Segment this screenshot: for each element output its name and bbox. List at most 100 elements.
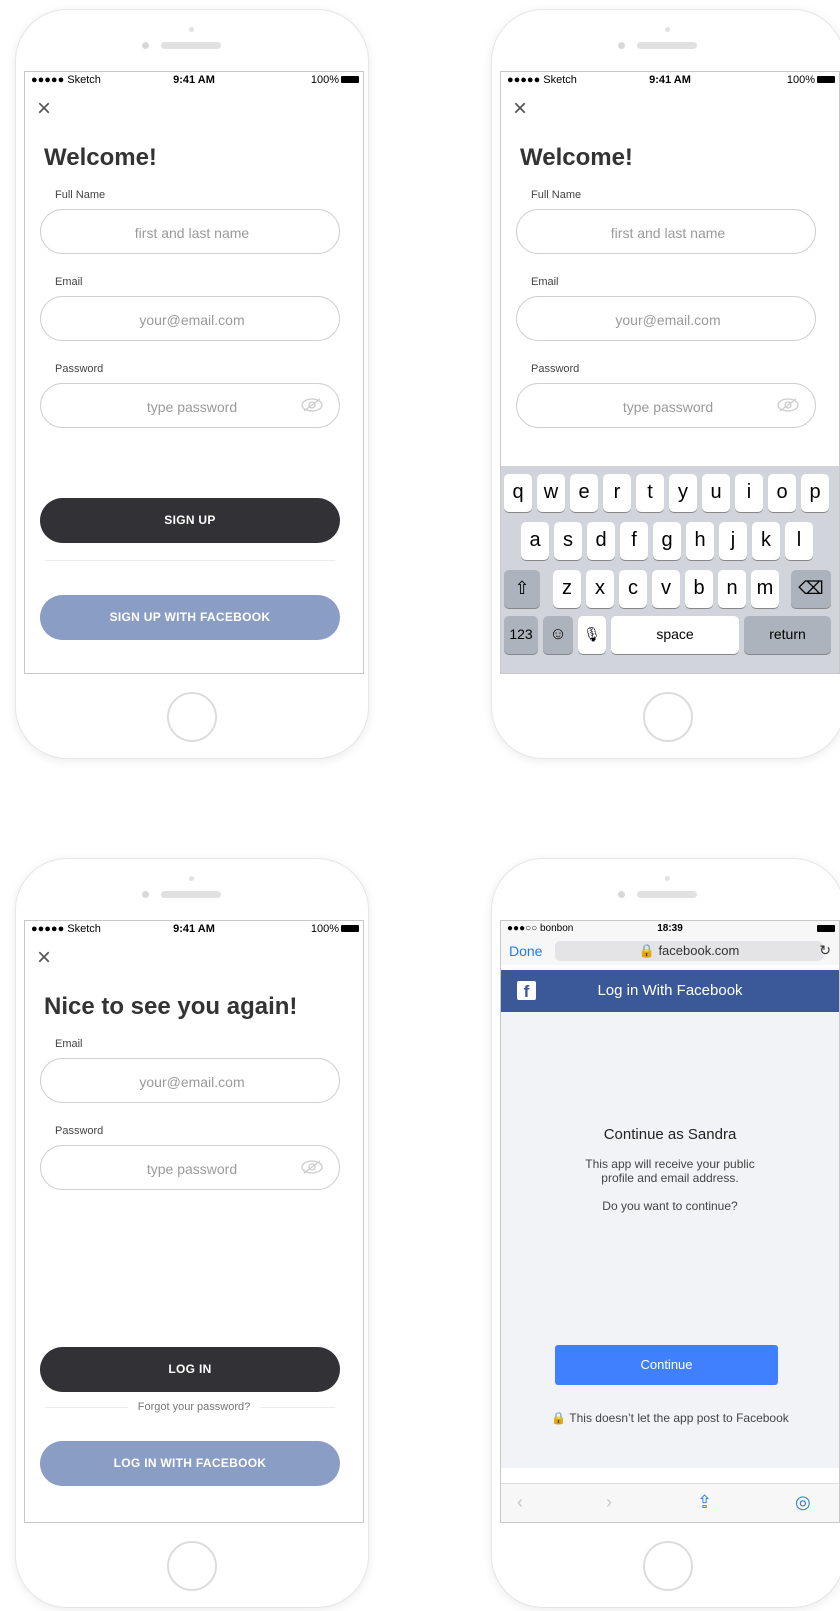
- return-key[interactable]: return: [744, 616, 831, 654]
- key[interactable]: i: [735, 474, 763, 512]
- forward-icon[interactable]: ›: [606, 1492, 612, 1513]
- full-name-field[interactable]: [516, 209, 819, 255]
- key[interactable]: q: [504, 474, 532, 512]
- key[interactable]: m: [751, 570, 779, 608]
- close-icon[interactable]: ×: [33, 97, 55, 121]
- email-label: Email: [55, 276, 83, 288]
- close-icon[interactable]: ×: [509, 97, 531, 121]
- key[interactable]: k: [752, 522, 780, 560]
- home-button[interactable]: [167, 1541, 217, 1591]
- status-bar: ●●●●● Sketch 9:41 AM 100%: [25, 921, 363, 937]
- key[interactable]: o: [768, 474, 796, 512]
- key[interactable]: n: [718, 570, 746, 608]
- home-button[interactable]: [167, 692, 217, 742]
- key[interactable]: g: [653, 522, 681, 560]
- home-button[interactable]: [643, 692, 693, 742]
- space-key[interactable]: space: [611, 616, 739, 654]
- eye-hidden-icon[interactable]: [301, 398, 323, 412]
- status-bar: ●●●○○ bonbon 18:39: [501, 921, 839, 937]
- key[interactable]: c: [619, 570, 647, 608]
- battery-percent: 100%: [786, 74, 815, 86]
- speaker: [161, 42, 221, 49]
- lock-icon: 🔒: [638, 943, 655, 958]
- key[interactable]: x: [586, 570, 614, 608]
- full-name-input[interactable]: [41, 210, 343, 255]
- divider: [45, 560, 335, 561]
- camera: [142, 891, 149, 898]
- key[interactable]: d: [587, 522, 615, 560]
- key[interactable]: t: [636, 474, 664, 512]
- email-input[interactable]: [41, 297, 343, 342]
- safari-bar: Done 🔒 facebook.com ↻: [501, 937, 839, 965]
- shift-icon[interactable]: ⇧: [504, 570, 540, 608]
- info-line-2: profile and email address.: [601, 1171, 739, 1185]
- phone-signup-keyboard: ●●●●● Sketch 9:41 AM 100% × Welcome! Ful…: [491, 9, 840, 759]
- key[interactable]: b: [685, 570, 713, 608]
- key[interactable]: y: [669, 474, 697, 512]
- key[interactable]: j: [719, 522, 747, 560]
- lock-icon: 🔒: [551, 1411, 567, 1425]
- key[interactable]: u: [702, 474, 730, 512]
- password-field[interactable]: [40, 1145, 343, 1191]
- full-name-input[interactable]: [517, 210, 819, 255]
- key[interactable]: l: [785, 522, 813, 560]
- email-input[interactable]: [517, 297, 819, 342]
- key[interactable]: w: [537, 474, 565, 512]
- page-title: Welcome!: [44, 144, 157, 171]
- full-name-label: Full Name: [55, 189, 106, 201]
- emoji-icon[interactable]: ☺: [543, 616, 573, 654]
- full-name-label: Full Name: [531, 189, 582, 201]
- key[interactable]: f: [620, 522, 648, 560]
- password-input[interactable]: [41, 384, 343, 429]
- sensor-dot: [189, 27, 194, 32]
- key[interactable]: z: [553, 570, 581, 608]
- battery-percent: 100%: [310, 923, 339, 935]
- key[interactable]: s: [554, 522, 582, 560]
- battery-icon: [341, 76, 359, 83]
- sign-up-button[interactable]: SIGN UP: [40, 498, 340, 543]
- key[interactable]: h: [686, 522, 714, 560]
- log-in-button[interactable]: LOG IN: [40, 1347, 340, 1392]
- eye-hidden-icon[interactable]: [301, 1160, 323, 1174]
- safari-toolbar: ‹ › ⇪ ◎: [501, 1483, 839, 1522]
- key[interactable]: v: [652, 570, 680, 608]
- compass-icon[interactable]: ◎: [795, 1492, 811, 1513]
- key[interactable]: p: [801, 474, 829, 512]
- forgot-password-text[interactable]: Forgot your password?: [127, 1401, 261, 1413]
- microphone-icon[interactable]: 🎙: [578, 616, 606, 654]
- continue-button[interactable]: Continue: [555, 1345, 778, 1385]
- password-field[interactable]: [516, 383, 819, 429]
- password-input[interactable]: [41, 1146, 343, 1191]
- key[interactable]: a: [521, 522, 549, 560]
- eye-hidden-icon[interactable]: [777, 398, 799, 412]
- email-label: Email: [531, 276, 559, 288]
- page-title: Welcome!: [520, 144, 633, 171]
- sign-up-facebook-button[interactable]: SIGN UP WITH FACEBOOK: [40, 595, 340, 640]
- back-icon[interactable]: ‹: [517, 1492, 523, 1513]
- facebook-header-title: Log in With Facebook: [597, 982, 743, 999]
- done-button[interactable]: Done: [509, 943, 542, 959]
- home-button[interactable]: [643, 1541, 693, 1591]
- log-in-facebook-button[interactable]: LOG IN WITH FACEBOOK: [40, 1441, 340, 1486]
- password-field[interactable]: [40, 383, 343, 429]
- forgot-password-link[interactable]: Forgot your password?: [25, 1401, 363, 1413]
- numbers-key[interactable]: 123: [504, 616, 538, 654]
- delete-icon[interactable]: ⌫: [791, 570, 831, 608]
- email-field[interactable]: [40, 296, 343, 342]
- address-bar[interactable]: 🔒 facebook.com: [555, 941, 823, 961]
- key[interactable]: r: [603, 474, 631, 512]
- password-input[interactable]: [517, 384, 819, 429]
- key[interactable]: e: [570, 474, 598, 512]
- email-field[interactable]: [40, 1058, 343, 1104]
- sensor-dot: [189, 876, 194, 881]
- full-name-field[interactable]: [40, 209, 343, 255]
- speaker: [161, 891, 221, 898]
- phone-signup: ●●●●● Sketch 9:41 AM 100% × Welcome! Ful…: [15, 9, 369, 759]
- reload-icon[interactable]: ↻: [819, 942, 831, 959]
- share-icon[interactable]: ⇪: [697, 1492, 712, 1513]
- email-input[interactable]: [41, 1059, 343, 1104]
- no-post-note: 🔒 This doesn’t let the app post to Faceb…: [501, 1411, 839, 1425]
- battery-percent: 100%: [310, 74, 339, 86]
- email-field[interactable]: [516, 296, 819, 342]
- close-icon[interactable]: ×: [33, 946, 55, 970]
